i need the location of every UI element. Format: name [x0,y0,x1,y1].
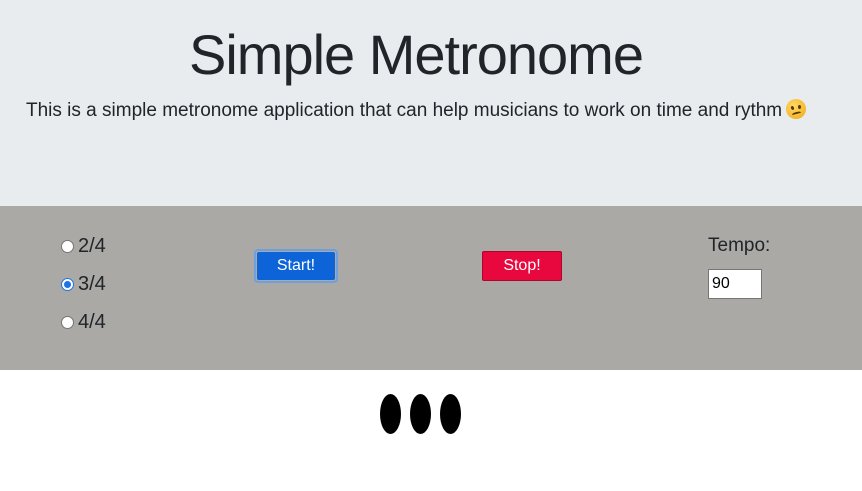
woozy-face-icon [786,99,807,119]
start-button[interactable]: Start! [254,249,338,283]
radio-3-4[interactable] [61,277,74,291]
start-button-label: Start! [257,252,335,280]
time-signature-option-2-4[interactable]: 2/4 [61,234,106,258]
page-title: Simple Metronome [189,23,644,86]
tempo-input[interactable] [708,269,762,299]
radio-4-4[interactable] [61,315,74,329]
beat-indicator [440,394,461,434]
beat-indicator [380,394,401,434]
stop-button[interactable]: Stop! [482,251,562,281]
beat-indicator [410,394,431,434]
header-panel: Simple Metronome This is a simple metron… [0,0,862,206]
time-signature-label: 3/4 [78,272,106,295]
time-signature-option-3-4[interactable]: 3/4 [61,272,106,296]
time-signature-label: 4/4 [78,310,106,333]
tempo-label: Tempo: [708,235,771,256]
radio-2-4[interactable] [61,239,74,253]
time-signature-label: 2/4 [78,234,106,257]
page-description: This is a simple metronome application t… [26,98,807,124]
description-text: This is a simple metronome application t… [26,100,783,121]
time-signature-option-4-4[interactable]: 4/4 [61,310,106,334]
beat-indicators [380,394,461,434]
controls-panel: 2/4 3/4 4/4 Start! Stop! Tempo: [0,206,862,370]
